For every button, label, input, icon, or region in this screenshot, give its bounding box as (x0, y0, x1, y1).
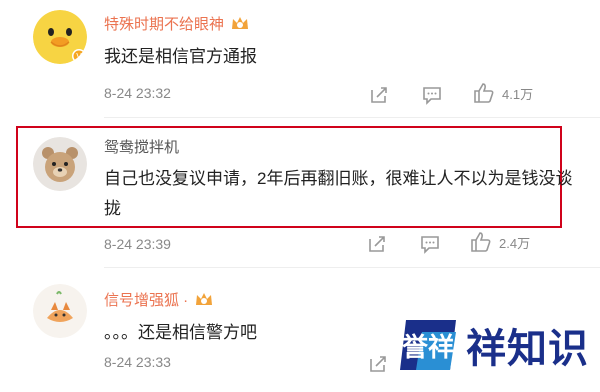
share-button[interactable] (366, 233, 388, 255)
comment-text: 我还是相信官方通报 (104, 47, 257, 66)
username[interactable]: 鸳鸯搅拌机 (104, 136, 179, 157)
like-count: 2.4万 (499, 235, 531, 251)
watermark-char: 识 (548, 326, 589, 372)
share-icon (370, 356, 386, 372)
timestamp: 8-24 23:39 (104, 236, 171, 252)
vip-badge-icon (230, 15, 250, 31)
reply-button[interactable] (421, 84, 443, 106)
fox-avatar-icon (33, 284, 87, 338)
timestamp: 8-24 23:32 (104, 85, 171, 101)
share-icon (371, 87, 387, 103)
watermark-text: 祥 知 识 (466, 316, 589, 374)
watermark-logo: 誉祥 (396, 314, 460, 376)
username[interactable]: 特殊时期不给眼神 (104, 13, 250, 34)
like-button[interactable]: 2.4万 (469, 230, 530, 254)
share-button[interactable] (368, 84, 390, 106)
duck-avatar-icon: V (33, 10, 87, 64)
username-text[interactable]: 特殊时期不给眼神 (104, 16, 224, 33)
username[interactable]: 信号增强狐 · (104, 289, 214, 310)
thumbs-up-icon (471, 232, 491, 252)
svg-text:V: V (76, 52, 82, 61)
timestamp: 8-24 23:33 (104, 354, 171, 370)
like-button[interactable]: 4.1万 (472, 81, 533, 105)
reply-icon (423, 87, 441, 105)
user-avatar[interactable] (33, 284, 87, 338)
comment-text: 自己也没复议申请，2年后再翻旧账，很难让人不以为是钱没谈拢 (104, 169, 573, 218)
watermark-char: 祥 (466, 326, 507, 372)
bear-avatar-icon (33, 137, 87, 191)
divider (104, 267, 600, 268)
comment-item-2: 鸳鸯搅拌机 自己也没复议申请，2年后再翻旧账，很难让人不以为是钱没谈拢 8-24… (0, 120, 600, 270)
share-icon (369, 236, 385, 252)
watermark-logo-text: 誉祥 (402, 333, 454, 363)
share-button[interactable] (367, 353, 389, 375)
watermark-char: 知 (507, 326, 548, 372)
reply-icon (421, 236, 439, 254)
vip-badge-icon (194, 291, 214, 307)
comment-item-1: V 特殊时期不给眼神 我还是相信官方通报 8-24 23:32 4.1万 (0, 0, 600, 120)
reply-button[interactable] (419, 233, 441, 255)
thumbs-up-icon (474, 83, 494, 103)
like-count: 4.1万 (502, 86, 534, 102)
user-avatar[interactable]: V (33, 10, 87, 64)
divider (104, 117, 600, 118)
user-avatar[interactable] (33, 137, 87, 191)
username-text[interactable]: 信号增强狐 · (104, 292, 188, 309)
watermark: 誉祥 祥 知 识 (396, 314, 589, 376)
